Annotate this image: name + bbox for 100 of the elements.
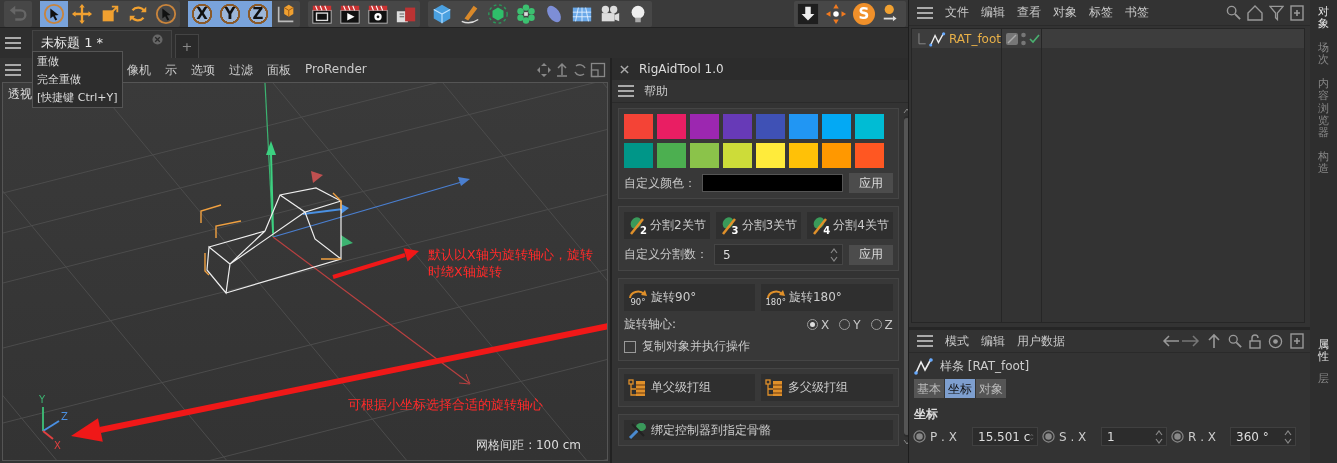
menu-item[interactable]: 编辑	[981, 4, 1005, 21]
keyframe-radio-icon	[1171, 430, 1184, 443]
back-forward-arrows-icon	[1162, 335, 1200, 347]
color-swatch[interactable]	[690, 143, 719, 168]
leaf-pencil-icon	[811, 215, 830, 236]
menu-item[interactable]: 用户数据	[1017, 332, 1065, 350]
menu-item[interactable]: 书签	[1125, 4, 1149, 21]
annotation-text: 默认以X轴为旋转轴心，旋转	[428, 246, 593, 263]
side-tab[interactable]: 构造	[1318, 150, 1329, 176]
apply-button[interactable]: 应用	[848, 173, 893, 193]
menu-item[interactable]: 过滤	[229, 61, 253, 79]
attribute-tab[interactable]: 基本	[914, 379, 944, 398]
checkbox[interactable]	[624, 340, 636, 353]
rotate-button[interactable]: 180° 旋转180°	[761, 284, 893, 311]
rotate-view-icon	[572, 62, 588, 78]
color-swatch[interactable]	[822, 114, 851, 139]
attribute-tab[interactable]: 对象	[976, 379, 1006, 398]
apply-button[interactable]: 应用	[848, 244, 893, 265]
pin-leaf-icon	[628, 420, 648, 440]
tooltip-line: 完全重做	[37, 72, 82, 87]
color-swatch[interactable]	[624, 143, 653, 168]
menu-item[interactable]: 帮助	[644, 82, 668, 100]
menu-item[interactable]: 示	[165, 61, 177, 79]
side-tab[interactable]: 层	[1318, 373, 1329, 386]
number-field[interactable]: 15.501 c	[972, 427, 1038, 446]
keyframe-radio-icon	[1042, 430, 1055, 443]
menu-item[interactable]: 对象	[1053, 4, 1077, 21]
menu-item[interactable]: 文件	[945, 4, 969, 21]
color-swatch[interactable]	[855, 114, 884, 139]
keyframe-radio-icon	[913, 430, 926, 443]
side-tab[interactable]: 对象	[1318, 6, 1329, 31]
color-field[interactable]	[702, 174, 843, 192]
color-swatch[interactable]	[624, 114, 653, 139]
filter-icon	[1269, 4, 1284, 21]
color-swatch[interactable]	[756, 143, 785, 168]
menu-item[interactable]: 模式	[945, 332, 969, 350]
color-swatch[interactable]	[657, 143, 686, 168]
number-field[interactable]: 1	[1101, 427, 1167, 446]
number-field[interactable]: 5	[714, 244, 843, 265]
cube-icon	[431, 2, 453, 25]
split-button[interactable]: 2 分割2关节	[624, 212, 710, 239]
hierarchy-icon	[628, 377, 648, 398]
visibility-dots-icon	[1021, 31, 1026, 46]
group-button[interactable]: 单父级打组	[624, 374, 756, 401]
toolbar-button[interactable]: Z	[244, 0, 272, 27]
up-arrow-icon	[1207, 333, 1221, 349]
field-label: P . X	[930, 429, 958, 444]
menu-icon	[5, 37, 21, 49]
color-swatch[interactable]	[723, 114, 752, 139]
scrollbar-thumb[interactable]	[903, 118, 910, 435]
side-tab[interactable]: 属性	[1318, 339, 1329, 364]
panel-title: RigAidTool 1.0	[639, 62, 724, 76]
attribute-tab[interactable]: 坐标	[945, 379, 975, 398]
toolbar-button[interactable]	[40, 0, 68, 27]
color-swatch[interactable]	[690, 114, 719, 139]
number-field[interactable]: 360 °	[1230, 427, 1296, 446]
bind-button[interactable]: 绑定控制器到指定骨骼	[624, 420, 893, 440]
radio-label: Z	[884, 317, 893, 332]
field-label: 旋转轴心:	[624, 316, 677, 333]
menu-item[interactable]: 查看	[1017, 4, 1041, 21]
color-swatch[interactable]	[657, 114, 686, 139]
new-tab-button[interactable]: +	[175, 34, 199, 58]
side-tab[interactable]: 场次	[1318, 42, 1329, 67]
axis-label: Y	[39, 394, 46, 405]
field-label: S . X	[1059, 429, 1088, 444]
target-arrows-icon	[825, 2, 847, 25]
split-button[interactable]: 3 分割3关节	[715, 212, 802, 239]
annotation-text: 可根据小坐标选择合适的旋转轴心	[348, 396, 543, 413]
maximize-icon	[590, 62, 606, 78]
menu-item[interactable]: 标签	[1089, 4, 1113, 21]
color-swatch[interactable]	[789, 114, 818, 139]
menu-item[interactable]: 面板	[267, 61, 291, 79]
menu-item[interactable]: 像机	[127, 61, 151, 79]
color-swatch[interactable]	[789, 143, 818, 168]
menu-item[interactable]: ProRender	[305, 61, 367, 79]
view-label: 透视	[8, 86, 32, 103]
color-swatch[interactable]	[723, 143, 752, 168]
split-button[interactable]: 4 分割4关节	[807, 212, 893, 239]
toolbar-button[interactable]: X	[188, 0, 216, 27]
curved-arrow-icon	[628, 288, 648, 298]
house-icon	[1247, 4, 1263, 21]
move-icon	[71, 2, 93, 25]
toolbar-button[interactable]: Y	[216, 0, 244, 27]
group-button[interactable]: 多父级打组	[761, 374, 893, 401]
side-tab[interactable]: 内容浏览器	[1318, 78, 1329, 139]
move-view-icon	[536, 62, 552, 78]
object-row[interactable]: RAT_foot	[912, 29, 1002, 48]
spinner-arrows-icon	[1284, 429, 1292, 444]
close-icon	[620, 64, 629, 74]
spline-icon	[928, 29, 946, 48]
rotate-button[interactable]: 90° 旋转90°	[624, 284, 756, 311]
menu-item[interactable]: 编辑	[981, 332, 1005, 350]
subdivision-cube-icon	[487, 2, 509, 25]
color-swatch[interactable]	[756, 114, 785, 139]
target-icon	[1268, 333, 1283, 349]
color-swatch[interactable]	[822, 143, 851, 168]
menu-item[interactable]: 选项	[191, 61, 215, 79]
color-swatch[interactable]	[855, 143, 884, 168]
radio-label: Y	[853, 317, 861, 332]
menu-icon	[917, 335, 933, 347]
